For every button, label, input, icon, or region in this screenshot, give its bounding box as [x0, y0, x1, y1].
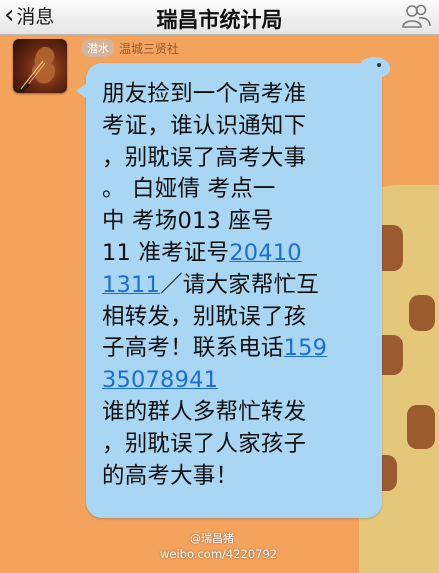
- message-line: 考证，谁认识通知下: [102, 111, 374, 143]
- watermark-url: weibo.com/4220792: [160, 547, 278, 561]
- message-line: 朋友捡到一个高考准: [102, 79, 374, 111]
- member-badge: 潜水: [82, 39, 114, 57]
- watermark-handle: @瑞昌猪: [190, 532, 234, 545]
- message-line: 。 白娅倩 考点一: [102, 174, 374, 206]
- avatar[interactable]: [13, 39, 67, 93]
- message-segment: 考证，谁认识通知下: [102, 112, 307, 139]
- phone-number-link[interactable]: 159: [284, 335, 328, 361]
- nav-bar: ‹ 消息 瑞昌市统计局: [0, 0, 439, 35]
- phone-number-link[interactable]: 20410: [229, 240, 302, 266]
- bubble-tail: [76, 83, 87, 99]
- message-line: 子高考！联系电话159: [102, 333, 374, 365]
- sender-info: 潜水 温城三贤社: [82, 39, 179, 57]
- message-segment: 的高考大事！: [102, 462, 239, 489]
- message-segment: 11 准考证号: [102, 239, 230, 266]
- message-segment: ，别耽误了人家孩子: [102, 430, 307, 457]
- violin-avatar: [17, 46, 56, 93]
- message-text: 朋友捡到一个高考准 考证，谁认识通知下 ，别耽误了高考大事。 白娅倩 考点一中 考场…: [102, 79, 374, 492]
- giraffe-spot: [409, 295, 435, 331]
- message-line: 1311／请大家帮忙互: [102, 270, 374, 302]
- phone-number-link[interactable]: 1311: [102, 272, 160, 298]
- message-segment: 中 考场013 座号: [102, 208, 274, 235]
- message-segment: 子高考！联系电话: [102, 335, 284, 362]
- message-line: 中 考场013 座号: [102, 206, 374, 238]
- message-segment: ／请大家帮忙互: [160, 271, 319, 298]
- contact-group-icon[interactable]: [401, 3, 431, 29]
- message-segment: ，别耽误了高考大事: [102, 144, 307, 171]
- message-segment: 相转发，别耽误了孩: [102, 303, 307, 330]
- message-line: ，别耽误了高考大事: [102, 143, 374, 175]
- decoration-eye: [377, 63, 381, 67]
- bubble-decoration: [360, 57, 390, 77]
- chat-area: 潜水 温城三贤社 朋友捡到一个高考准 考证，谁认识通知下 ，别耽误了高考大事。 白娅…: [0, 35, 439, 573]
- giraffe-spot: [407, 405, 435, 449]
- phone-number-link[interactable]: 35078941: [102, 367, 218, 393]
- message-line: 相转发，别耽误了孩: [102, 302, 374, 334]
- message-line: 35078941: [102, 365, 374, 397]
- sender-name[interactable]: 温城三贤社: [119, 40, 179, 57]
- message-bubble[interactable]: 朋友捡到一个高考准 考证，谁认识通知下 ，别耽误了高考大事。 白娅倩 考点一中 考场…: [76, 57, 390, 518]
- message-line: 的高考大事！: [102, 461, 374, 493]
- message-line: ，别耽误了人家孩子: [102, 429, 374, 461]
- message-segment: 谁的群人多帮忙转发: [102, 398, 307, 425]
- page-title: 瑞昌市统计局: [156, 8, 283, 32]
- message-line: 11 准考证号20410: [102, 238, 374, 270]
- message-segment: 。 白娅倩 考点一: [102, 176, 276, 203]
- message-line: 谁的群人多帮忙转发: [102, 397, 374, 429]
- message-segment: 朋友捡到一个高考准: [102, 81, 307, 107]
